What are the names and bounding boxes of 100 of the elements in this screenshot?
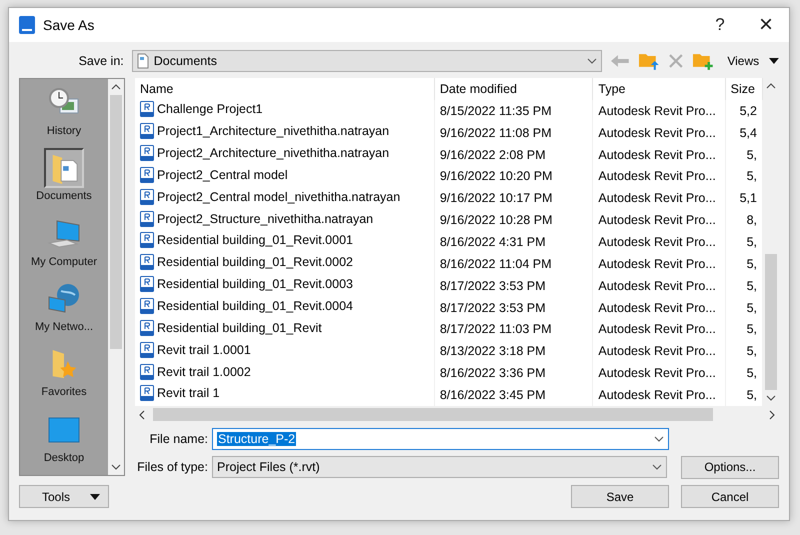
file-name-cell[interactable]: Revit trail 1.0001 [157, 342, 251, 357]
computer-icon [47, 218, 81, 249]
scrollbar[interactable] [108, 79, 124, 475]
table-cell: 8, [746, 213, 757, 228]
table-cell: Autodesk Revit Pro... [598, 366, 716, 380]
desktop-icon [48, 416, 80, 443]
revit-file-icon [140, 364, 154, 380]
new-folder-icon[interactable] [692, 51, 714, 71]
place-item[interactable]: Documents [36, 148, 92, 214]
table-cell: 5, [746, 278, 757, 293]
revit-file-icon [140, 101, 154, 118]
file-name-cell[interactable]: Project1_Architecture_nivethitha.natrayan [157, 124, 390, 138]
table-cell: 8/17/2022 11:03 PM [440, 322, 552, 336]
table-cell: Autodesk Revit Pro... [598, 300, 716, 315]
close-button[interactable]: × [743, 8, 789, 42]
table-cell: 8/16/2022 4:31 PM [440, 234, 546, 249]
file-name-cell[interactable]: Residential building_01_Revit.0004 [157, 299, 353, 314]
place-item[interactable]: Desktop [44, 410, 84, 475]
save-button[interactable]: Save [571, 485, 669, 508]
revit-file-icon [140, 298, 154, 314]
revit-file-icon [140, 385, 154, 402]
table-cell: 8/15/2022 11:35 PM [440, 104, 552, 118]
table-cell: 9/16/2022 10:20 PM [440, 169, 552, 184]
file-name-cell[interactable]: Revit trail 1 [157, 386, 220, 400]
file-name-cell[interactable]: Project2_Central model [157, 168, 288, 182]
table-cell: 5, [746, 148, 757, 162]
place-item[interactable]: Favorites [41, 344, 87, 410]
file-name-cell[interactable]: Project2_Structure_nivethitha.natrayan [157, 212, 374, 226]
column-header[interactable]: Type [592, 78, 726, 100]
revit-file-icon [140, 276, 154, 292]
table-cell: Autodesk Revit Pro... [598, 104, 716, 118]
file-name-cell[interactable]: Residential building_01_Revit.0002 [157, 255, 353, 270]
table-cell: 8/16/2022 11:04 PM [440, 256, 552, 271]
file-name-cell[interactable]: Project2_Architecture_nivethitha.natrayan [157, 146, 390, 160]
place-item[interactable]: History [44, 83, 84, 148]
table-cell: 5, [746, 234, 757, 249]
revit-file-icon [140, 123, 154, 140]
chevron-down-icon[interactable] [652, 464, 662, 470]
table-cell: 5, [746, 344, 757, 358]
chevron-down-icon [587, 58, 598, 64]
table-cell: 9/16/2022 10:17 PM [440, 191, 552, 206]
file-name-cell[interactable]: Residential building_01_Revit.0003 [157, 277, 353, 292]
table-cell: Autodesk Revit Pro... [598, 169, 716, 184]
table-cell: 5,1 [740, 191, 757, 206]
chevron-down-icon[interactable] [654, 436, 664, 442]
cancel-button[interactable]: Cancel [681, 485, 779, 508]
table-cell: 9/16/2022 11:08 PM [440, 126, 552, 140]
file-name-cell[interactable]: Revit trail 1.0002 [157, 364, 251, 379]
file-type-label: Files of type: [136, 460, 208, 474]
table-cell: 8/13/2022 3:18 PM [440, 344, 546, 358]
save-in-dropdown[interactable]: Documents [132, 50, 602, 72]
revit-file-icon [140, 342, 154, 358]
table-cell: Autodesk Revit Pro... [598, 234, 716, 249]
column-header[interactable]: Date modified [434, 78, 593, 100]
table-cell: Autodesk Revit Pro... [598, 322, 716, 336]
tools-button[interactable]: Tools [19, 485, 109, 508]
table-cell: 5, [746, 300, 757, 315]
table-cell: 5, [746, 169, 757, 184]
column-header[interactable]: Name [135, 78, 434, 100]
caret-icon[interactable] [769, 58, 779, 64]
revit-file-icon [140, 166, 154, 183]
table-cell: Autodesk Revit Pro... [598, 126, 716, 140]
table-cell: Autodesk Revit Pro... [598, 191, 716, 206]
table-cell: 8/16/2022 3:45 PM [440, 388, 546, 402]
table-cell: 5,4 [740, 126, 757, 140]
file-name-cell[interactable]: Residential building_01_Revit [157, 320, 322, 335]
table-cell: 8/16/2022 3:36 PM [440, 366, 546, 380]
caret-icon[interactable] [90, 494, 100, 500]
document-icon [136, 53, 149, 69]
revit-file-icon [140, 188, 154, 205]
table-cell: Autodesk Revit Pro... [598, 256, 716, 271]
views-button[interactable]: Views [725, 54, 762, 68]
table-cell: 9/16/2022 2:08 PM [440, 148, 546, 162]
network-icon [46, 282, 81, 315]
up-folder-icon[interactable] [638, 51, 660, 71]
table-cell: Autodesk Revit Pro... [598, 388, 716, 402]
file-name-label: File name: [148, 432, 208, 446]
table-cell: 5, [746, 388, 757, 402]
table-cell: 8/17/2022 3:53 PM [440, 300, 546, 315]
file-name-cell[interactable]: Challenge Project1 [157, 102, 263, 116]
table-cell: 5, [746, 322, 757, 336]
help-button[interactable]: ? [697, 8, 743, 42]
file-type-dropdown[interactable]: Project Files (*.rvt) [212, 456, 667, 478]
place-item[interactable]: My Netwo... [34, 278, 94, 344]
revit-file-icon [140, 232, 154, 248]
table-cell: 5,2 [740, 104, 757, 118]
revit-file-icon [140, 210, 154, 227]
table-cell: Autodesk Revit Pro... [598, 344, 716, 358]
table-cell: 8/17/2022 3:53 PM [440, 278, 546, 293]
revit-file-icon [140, 254, 154, 270]
table-cell: Autodesk Revit Pro... [598, 148, 716, 162]
file-name-cell[interactable]: Residential building_01_Revit.0001 [157, 233, 353, 248]
options-button[interactable]: Options... [681, 456, 779, 478]
revit-file-icon [140, 320, 154, 336]
file-name-cell[interactable]: Project2_Central model_nivethitha.natrayan [157, 190, 400, 204]
table-cell: Autodesk Revit Pro... [598, 278, 716, 293]
file-name-field[interactable]: Structure_P-2 [212, 428, 669, 450]
table-cell: Autodesk Revit Pro... [598, 213, 716, 228]
revit-file-icon [140, 145, 154, 162]
place-item[interactable]: My Computer [30, 214, 98, 279]
